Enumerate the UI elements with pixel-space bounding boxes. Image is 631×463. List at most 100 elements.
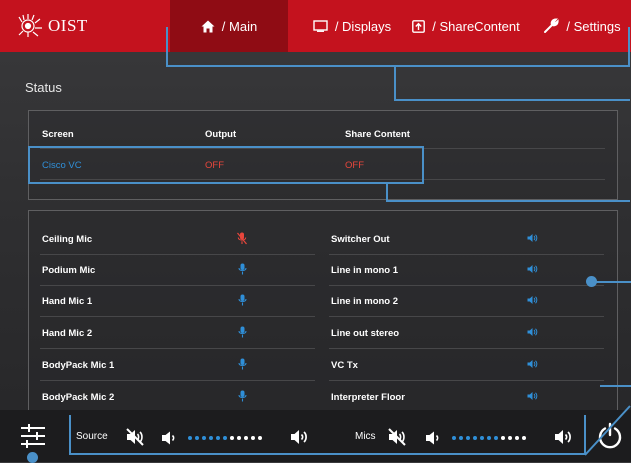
wrench-icon xyxy=(544,18,559,33)
mic-name: Hand Mic 2 xyxy=(42,328,93,339)
mic-icon[interactable] xyxy=(238,326,247,338)
level-dot xyxy=(216,436,220,440)
annotation-line xyxy=(595,281,631,283)
tab-settings[interactable]: / Settings xyxy=(536,0,628,52)
annotation-line xyxy=(69,453,585,455)
share-icon xyxy=(412,19,426,33)
level-dot xyxy=(508,436,512,440)
divider xyxy=(40,285,315,286)
speaker-icon[interactable] xyxy=(527,264,538,274)
speaker-icon[interactable] xyxy=(527,295,538,305)
source-label: Source xyxy=(76,431,108,442)
tab-main[interactable]: / Main xyxy=(170,0,288,52)
mic-muted-icon[interactable] xyxy=(237,232,247,245)
divider xyxy=(329,380,604,381)
annotation-line xyxy=(600,385,631,387)
level-dot xyxy=(501,436,505,440)
col-header-share: Share Content xyxy=(345,129,410,140)
divider xyxy=(329,285,604,286)
tab-displays[interactable]: / Displays xyxy=(302,0,402,52)
divider xyxy=(40,348,315,349)
level-dot xyxy=(258,436,262,440)
oist-emblem-icon xyxy=(18,14,42,37)
speaker-icon[interactable] xyxy=(527,391,538,401)
mics-volume-up-icon[interactable] xyxy=(553,428,575,446)
level-dot xyxy=(188,436,192,440)
annotation-marker xyxy=(27,452,38,463)
output-name: Line out stereo xyxy=(331,328,400,339)
mic-name: BodyPack Mic 1 xyxy=(42,360,115,371)
divider xyxy=(329,254,604,255)
mic-name: BodyPack Mic 2 xyxy=(42,392,115,403)
annotation-line xyxy=(628,27,630,67)
output-name: Interpreter Floor xyxy=(331,392,405,403)
level-dot xyxy=(473,436,477,440)
level-dot xyxy=(487,436,491,440)
top-bar: OIST / Main / Displays / ShareContent / … xyxy=(0,0,631,52)
col-header-output: Output xyxy=(205,129,237,140)
level-dot xyxy=(522,436,526,440)
speaker-icon[interactable] xyxy=(527,327,538,337)
speaker-icon[interactable] xyxy=(527,233,538,243)
annotation-diagonal xyxy=(584,405,631,456)
level-dot xyxy=(251,436,255,440)
annotation-line xyxy=(166,27,168,67)
tab-sharecontent[interactable]: / ShareContent xyxy=(404,0,528,52)
tab-sharecontent-label: / ShareContent xyxy=(432,18,520,34)
logo-text: OIST xyxy=(48,16,88,35)
level-dot xyxy=(466,436,470,440)
annotation-line xyxy=(386,182,388,202)
level-dot xyxy=(202,436,206,440)
divider xyxy=(40,254,315,255)
mic-icon[interactable] xyxy=(238,263,247,275)
output-name: Line in mono 1 xyxy=(331,265,399,276)
mic-icon[interactable] xyxy=(238,294,247,306)
home-icon xyxy=(201,20,215,32)
level-dot xyxy=(195,436,199,440)
status-title: Status xyxy=(25,80,62,95)
annotation-line xyxy=(394,65,396,101)
level-dot xyxy=(209,436,213,440)
divider xyxy=(40,380,315,381)
level-dot xyxy=(230,436,234,440)
mic-name: Podium Mic xyxy=(42,265,96,276)
tab-displays-label: / Displays xyxy=(334,18,392,34)
level-dot xyxy=(480,436,484,440)
tab-settings-label: / Settings xyxy=(566,18,621,34)
logo: OIST xyxy=(18,12,88,40)
level-dot xyxy=(244,436,248,440)
level-dot xyxy=(237,436,241,440)
source-volume-down-icon[interactable] xyxy=(160,430,178,446)
output-name: VC Tx xyxy=(331,360,358,371)
mics-mute-icon[interactable] xyxy=(387,427,407,447)
level-dot xyxy=(459,436,463,440)
divider xyxy=(329,348,604,349)
level-dot xyxy=(515,436,519,440)
divider xyxy=(329,316,604,317)
mics-label: Mics xyxy=(355,431,376,442)
annotation-line xyxy=(69,415,71,455)
output-name: Line in mono 2 xyxy=(331,296,399,307)
level-dot xyxy=(223,436,227,440)
mixer-icon[interactable] xyxy=(20,424,46,448)
mic-icon[interactable] xyxy=(238,390,247,402)
level-dot xyxy=(494,436,498,440)
col-header-screen: Screen xyxy=(42,129,74,140)
mics-level-meter[interactable] xyxy=(452,436,529,440)
source-mute-icon[interactable] xyxy=(125,427,145,447)
annotation-line xyxy=(394,99,630,101)
divider xyxy=(40,316,315,317)
source-level-meter[interactable] xyxy=(188,436,265,440)
mic-icon[interactable] xyxy=(238,358,247,370)
display-icon xyxy=(313,20,328,32)
source-volume-up-icon[interactable] xyxy=(289,428,311,446)
mic-name: Ceiling Mic xyxy=(42,234,93,245)
tab-main-label: / Main xyxy=(221,18,258,34)
annotation-box xyxy=(28,146,424,184)
output-name: Switcher Out xyxy=(331,234,390,245)
mic-name: Hand Mic 1 xyxy=(42,296,93,307)
annotation-line xyxy=(386,200,630,202)
level-dot xyxy=(452,436,456,440)
mics-volume-down-icon[interactable] xyxy=(424,430,442,446)
speaker-icon[interactable] xyxy=(527,359,538,369)
